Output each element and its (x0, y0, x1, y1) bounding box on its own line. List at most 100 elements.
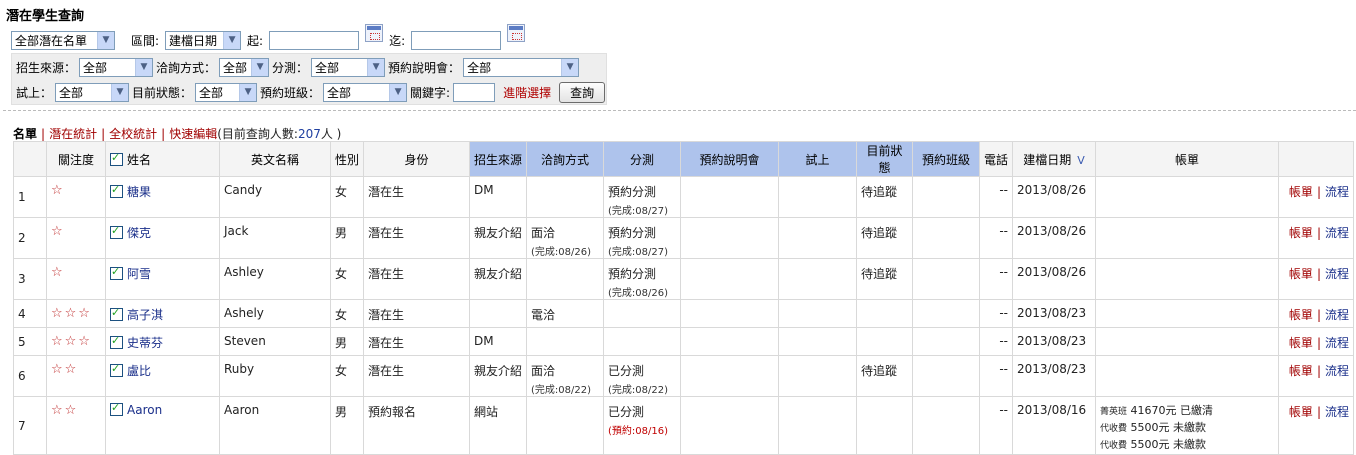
status-cell: 待追蹤 (856, 217, 913, 259)
student-name-link[interactable]: Aaron (127, 403, 162, 417)
name-cell[interactable]: Aaron (105, 396, 220, 455)
name-cell[interactable]: 高子淇 (105, 299, 220, 328)
bill-link[interactable]: 帳單 (1289, 185, 1313, 199)
name-cell[interactable]: 糖果 (105, 176, 220, 218)
student-name-link[interactable]: 高子淇 (127, 308, 163, 322)
row-checkbox[interactable] (110, 306, 123, 321)
name-cell[interactable]: 阿雪 (105, 258, 220, 300)
student-name-link[interactable]: 糖果 (127, 185, 151, 199)
bill-link[interactable]: 帳單 (1289, 364, 1313, 378)
tab-quick-edit[interactable]: 快速編輯 (169, 127, 217, 141)
calendar-icon[interactable] (507, 24, 526, 42)
attention-cell[interactable]: ☆☆ (46, 396, 106, 455)
col-contact[interactable]: 洽詢方式 (526, 141, 604, 177)
select-all-checkbox[interactable] (110, 151, 123, 166)
col-class[interactable]: 預約班級 (912, 141, 980, 177)
english-name-cell: Ashely (219, 299, 331, 328)
attention-cell[interactable]: ☆ (46, 176, 106, 218)
star-icon[interactable]: ☆☆ (51, 362, 78, 377)
calendar-icon[interactable] (365, 24, 384, 42)
flow-link[interactable]: 流程 (1325, 336, 1349, 350)
list-select[interactable]: 全部潛在名單 ▼ (11, 30, 115, 50)
flow-link[interactable]: 流程 (1325, 226, 1349, 240)
col-phone[interactable]: 電話 (979, 141, 1013, 177)
student-name-link[interactable]: 史蒂芬 (127, 336, 163, 350)
source-select[interactable]: 全部 ▼ (79, 57, 154, 77)
col-english-name[interactable]: 英文名稱 (219, 141, 331, 177)
keyword-input[interactable] (453, 82, 496, 102)
student-name-link[interactable]: 阿雪 (127, 267, 151, 281)
status-select[interactable]: 全部 ▼ (195, 82, 258, 102)
placement-select[interactable]: 全部 ▼ (311, 57, 386, 77)
col-identity[interactable]: 身份 (363, 141, 470, 177)
action-separator: | (1316, 226, 1321, 240)
star-icon[interactable]: ☆ (51, 265, 65, 280)
col-placement[interactable]: 分測 (603, 141, 681, 177)
table-row[interactable]: 6 ☆☆ 盧比 Ruby女潛在生親友介紹面洽 (完成:08/22) 已分測 (完成:08/2… (13, 355, 1354, 397)
student-name-link[interactable]: 傑克 (127, 226, 151, 240)
col-created-date[interactable]: 建檔日期 V (1012, 141, 1096, 177)
briefing-select[interactable]: 全部 ▼ (463, 57, 580, 77)
attention-cell[interactable]: ☆☆☆ (46, 299, 106, 328)
date-type-select[interactable]: 建檔日期 ▼ (165, 30, 242, 50)
tab-potential-stats[interactable]: 潛在統計 (49, 127, 97, 141)
attention-cell[interactable]: ☆ (46, 217, 106, 259)
row-checkbox[interactable] (110, 224, 123, 239)
table-row[interactable]: 4 ☆☆☆ 高子淇 Ashely女潛在生 電洽 --2013/08/23 帳單| 流程 (13, 299, 1354, 328)
bill-cell (1095, 176, 1279, 218)
query-button[interactable]: 查詢 (559, 81, 606, 103)
tab-list[interactable]: 名單 (13, 127, 37, 141)
bill-link[interactable]: 帳單 (1289, 405, 1313, 419)
col-trial[interactable]: 試上 (778, 141, 857, 177)
student-name-link[interactable]: 盧比 (127, 364, 151, 378)
name-cell[interactable]: 盧比 (105, 355, 220, 397)
bill-link[interactable]: 帳單 (1289, 336, 1313, 350)
attention-cell[interactable]: ☆ (46, 258, 106, 300)
star-icon[interactable]: ☆ (51, 224, 65, 239)
flow-link[interactable]: 流程 (1325, 185, 1349, 199)
tab-school-stats[interactable]: 全校統計 (109, 127, 157, 141)
col-status[interactable]: 目前狀態 (856, 141, 913, 177)
attention-cell[interactable]: ☆☆☆ (46, 327, 106, 356)
briefing-cell (680, 355, 779, 397)
table-row[interactable]: 1 ☆ 糖果 Candy女潛在生DM 預約分測 (完成:08/27) 待追蹤 --2013/0… (13, 176, 1354, 218)
trial-select[interactable]: 全部 ▼ (55, 82, 130, 102)
name-cell[interactable]: 史蒂芬 (105, 327, 220, 356)
sort-down-icon[interactable]: V (1077, 154, 1085, 167)
flow-link[interactable]: 流程 (1325, 267, 1349, 281)
col-gender[interactable]: 性別 (330, 141, 364, 177)
flow-link[interactable]: 流程 (1325, 364, 1349, 378)
table-row[interactable]: 3 ☆ 阿雪 Ashley女潛在生親友介紹 預約分測 (完成:08/26) 待追蹤 --201… (13, 258, 1354, 300)
row-checkbox[interactable] (110, 183, 123, 198)
star-icon[interactable]: ☆☆ (51, 403, 78, 418)
row-checkbox[interactable] (110, 334, 123, 349)
col-source[interactable]: 招生來源 (469, 141, 527, 177)
flow-link[interactable]: 流程 (1325, 405, 1349, 419)
advanced-select-link[interactable]: 進階選擇 (503, 84, 551, 101)
to-date-input[interactable] (411, 30, 502, 50)
row-checkbox[interactable] (110, 362, 123, 377)
placement-label: 分測： (272, 60, 309, 75)
table-row[interactable]: 5 ☆☆☆ 史蒂芬 Steven男潛在生DM --2013/08/23 帳單| 流程 (13, 327, 1354, 356)
table-row[interactable]: 7☆☆AaronAaron男預約報名網站已分測(預約:08/16)--2013/… (13, 396, 1354, 455)
col-bill[interactable]: 帳單 (1095, 141, 1279, 177)
bill-link[interactable]: 帳單 (1289, 267, 1313, 281)
col-attention[interactable]: 關注度 (46, 141, 106, 177)
bill-link[interactable]: 帳單 (1289, 226, 1313, 240)
class-select[interactable]: 全部 ▼ (323, 82, 408, 102)
attention-cell[interactable]: ☆☆ (46, 355, 106, 397)
period-label: 區間: (131, 33, 160, 48)
flow-link[interactable]: 流程 (1325, 308, 1349, 322)
name-cell[interactable]: 傑克 (105, 217, 220, 259)
col-name[interactable]: 姓名 (105, 141, 220, 177)
row-checkbox[interactable] (110, 265, 123, 280)
star-icon[interactable]: ☆ (51, 183, 65, 198)
contact-select[interactable]: 全部 ▼ (219, 57, 270, 77)
star-icon[interactable]: ☆☆☆ (51, 334, 92, 349)
bill-link[interactable]: 帳單 (1289, 308, 1313, 322)
row-checkbox[interactable] (110, 401, 123, 416)
col-briefing[interactable]: 預約說明會 (680, 141, 779, 177)
table-row[interactable]: 2 ☆ 傑克 Jack男潛在生親友介紹面洽 (完成:08/26) 預約分測 (完成:08/2… (13, 217, 1354, 259)
from-date-input[interactable] (269, 30, 360, 50)
star-icon[interactable]: ☆☆☆ (51, 306, 92, 321)
